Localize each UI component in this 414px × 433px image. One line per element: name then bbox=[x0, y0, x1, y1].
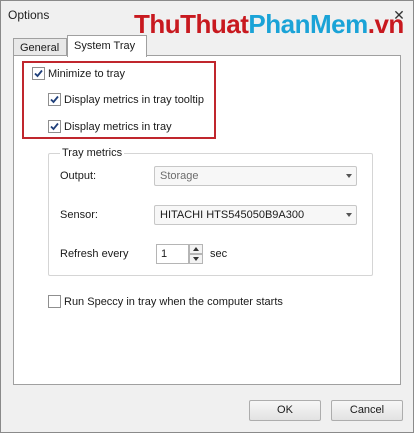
sensor-value: HITACHI HTS545050B9A300 bbox=[160, 209, 305, 221]
ok-button[interactable]: OK bbox=[249, 400, 321, 421]
display-metrics-tray-label: Display metrics in tray bbox=[64, 121, 172, 134]
output-dropdown[interactable]: Storage bbox=[154, 166, 357, 186]
tray-metrics-group-title: Tray metrics bbox=[60, 147, 125, 159]
options-dialog: Options ThuThuatPhanMem.vn ✕ General Sys… bbox=[0, 0, 414, 433]
output-label: Output: bbox=[60, 170, 97, 182]
checkbox-checked-icon[interactable] bbox=[48, 92, 61, 106]
display-metrics-tooltip-checkbox[interactable]: Display metrics in tray tooltip bbox=[48, 92, 204, 109]
refresh-interval-input[interactable]: 1 bbox=[156, 244, 189, 264]
watermark-logo: ThuThuatPhanMem.vn bbox=[134, 9, 404, 39]
checkbox-checked-icon[interactable] bbox=[48, 119, 61, 133]
display-metrics-tooltip-label: Display metrics in tray tooltip bbox=[64, 94, 204, 107]
arrow-up-icon bbox=[193, 247, 199, 251]
refresh-label: Refresh every bbox=[60, 248, 129, 260]
spin-up-button[interactable] bbox=[189, 244, 203, 254]
sensor-label: Sensor: bbox=[60, 209, 98, 221]
checkbox-checked-icon[interactable] bbox=[32, 66, 45, 80]
refresh-unit-label: sec bbox=[210, 248, 228, 260]
refresh-interval-stepper bbox=[189, 244, 203, 264]
checkbox-unchecked-icon[interactable] bbox=[48, 294, 61, 308]
arrow-down-icon bbox=[193, 257, 199, 261]
display-metrics-tray-checkbox[interactable]: Display metrics in tray bbox=[48, 119, 172, 136]
chevron-down-icon bbox=[346, 213, 352, 217]
output-value: Storage bbox=[160, 170, 199, 182]
title-bar: Options ThuThuatPhanMem.vn ✕ bbox=[1, 1, 413, 39]
window-title: Options bbox=[8, 8, 50, 22]
minimize-to-tray-checkbox[interactable]: Minimize to tray bbox=[32, 66, 126, 83]
tab-system-tray[interactable]: System Tray bbox=[67, 35, 147, 57]
spin-down-button[interactable] bbox=[189, 254, 203, 264]
run-at-startup-label: Run Speccy in tray when the computer sta… bbox=[64, 296, 283, 309]
refresh-interval-value: 1 bbox=[161, 248, 168, 260]
cancel-button[interactable]: Cancel bbox=[331, 400, 403, 421]
minimize-to-tray-label: Minimize to tray bbox=[48, 68, 126, 81]
chevron-down-icon bbox=[346, 174, 352, 178]
sensor-dropdown[interactable]: HITACHI HTS545050B9A300 bbox=[154, 205, 357, 225]
close-icon[interactable]: ✕ bbox=[390, 6, 408, 24]
run-at-startup-checkbox[interactable]: Run Speccy in tray when the computer sta… bbox=[48, 294, 283, 311]
tab-general[interactable]: General bbox=[13, 38, 67, 56]
